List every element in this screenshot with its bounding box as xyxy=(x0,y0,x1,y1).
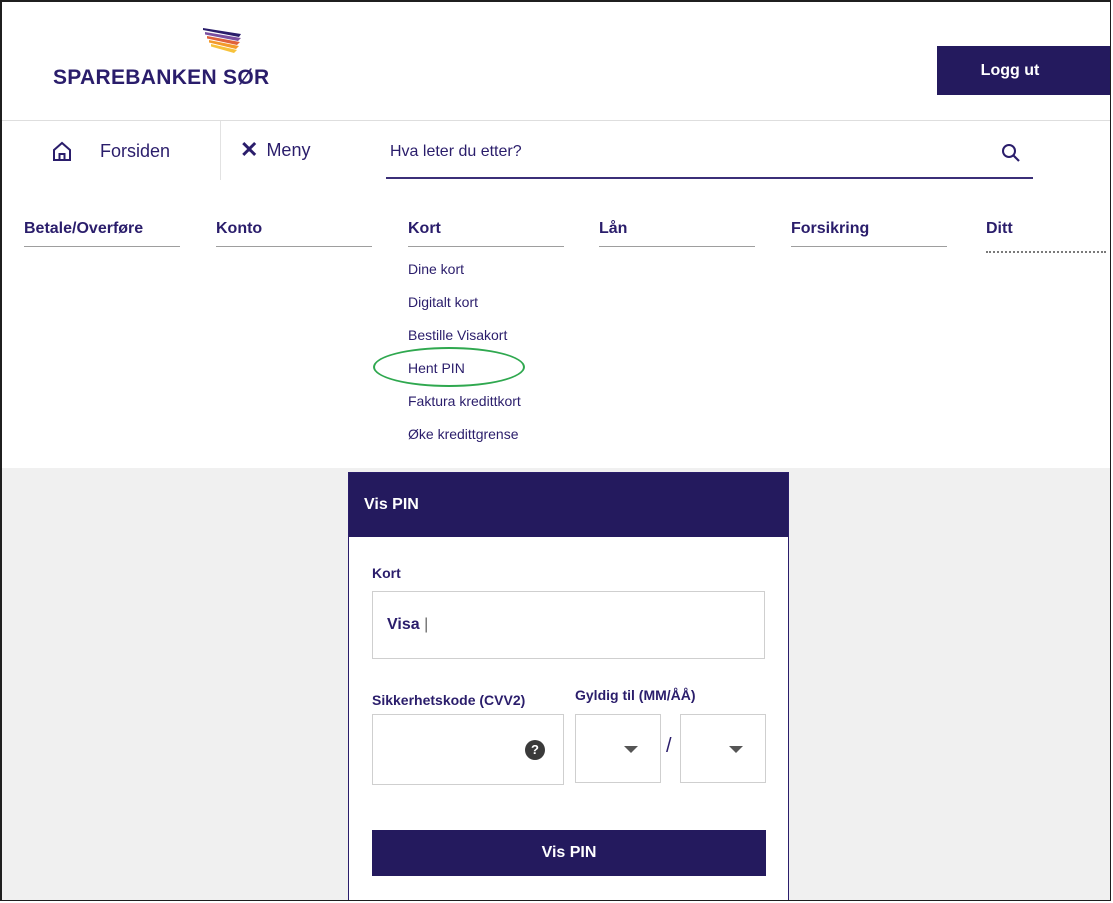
category-heading[interactable]: Konto xyxy=(216,220,372,247)
category-kort: Kort Dine kort Digitalt kort Bestille Vi… xyxy=(408,220,564,455)
search-icon[interactable] xyxy=(1000,142,1022,164)
category-forsikring: Forsikring xyxy=(791,220,947,247)
category-heading[interactable]: Forsikring xyxy=(791,220,947,247)
category-heading[interactable]: Lån xyxy=(599,220,755,247)
vis-pin-panel: Vis PIN Kort Visa | Sikkerhetskode (CVV2… xyxy=(348,472,789,900)
menu-item-faktura-kredittkort[interactable]: Faktura kredittkort xyxy=(408,389,564,422)
brand-name: SPAREBANKEN SØR xyxy=(53,66,270,89)
menu-item-dine-kort[interactable]: Dine kort xyxy=(408,257,564,290)
brand-logo[interactable]: SPAREBANKEN SØR xyxy=(53,26,283,96)
chevron-down-icon xyxy=(624,746,638,753)
category-heading[interactable]: Kort xyxy=(408,220,564,247)
cvv-label: Sikkerhetskode (CVV2) xyxy=(372,692,526,708)
search-bar xyxy=(386,134,1033,179)
year-select[interactable] xyxy=(680,714,766,783)
expiry-label: Gyldig til (MM/ÅÅ) xyxy=(575,687,696,703)
category-heading[interactable]: Ditt xyxy=(986,220,1110,246)
card-value: Visa xyxy=(387,616,420,633)
stripes-logo-icon xyxy=(203,28,241,53)
card-label: Kort xyxy=(372,565,401,581)
mega-menu: Betale/Overføre Konto Kort Dine kort Dig… xyxy=(2,180,1110,468)
menu-item-digitalt-kort[interactable]: Digitalt kort xyxy=(408,290,564,323)
cvv-input[interactable]: ? xyxy=(372,714,564,785)
category-ditt: Ditt xyxy=(986,220,1110,246)
menu-item-oke-kredittgrense[interactable]: Øke kredittgrense xyxy=(408,422,564,455)
expiry-separator: / xyxy=(666,735,672,757)
search-input[interactable] xyxy=(388,142,952,162)
card-select[interactable]: Visa | xyxy=(372,591,765,659)
top-navigation: Forsiden ✕ Meny xyxy=(2,120,1110,181)
category-heading[interactable]: Betale/Overføre xyxy=(24,220,180,247)
menu-label: Meny xyxy=(266,139,311,160)
chevron-down-icon xyxy=(729,746,743,753)
logout-button[interactable]: Logg ut xyxy=(937,46,1110,95)
vis-pin-button[interactable]: Vis PIN xyxy=(372,830,766,876)
browser-frame: SPAREBANKEN SØR Logg ut Forsiden ✕ Meny … xyxy=(0,0,1111,901)
truncation-dots xyxy=(986,251,1106,253)
category-lan: Lån xyxy=(599,220,755,247)
home-link[interactable]: Forsiden xyxy=(2,121,221,181)
home-icon xyxy=(53,141,71,161)
home-label: Forsiden xyxy=(100,141,171,161)
category-betale: Betale/Overføre xyxy=(24,220,180,247)
panel-title: Vis PIN xyxy=(349,473,788,537)
help-icon[interactable]: ? xyxy=(525,740,545,760)
highlight-ellipse xyxy=(373,347,525,387)
month-select[interactable] xyxy=(575,714,661,783)
menu-toggle[interactable]: ✕ Meny xyxy=(240,139,310,161)
category-konto: Konto xyxy=(216,220,372,247)
close-icon: ✕ xyxy=(240,137,259,162)
